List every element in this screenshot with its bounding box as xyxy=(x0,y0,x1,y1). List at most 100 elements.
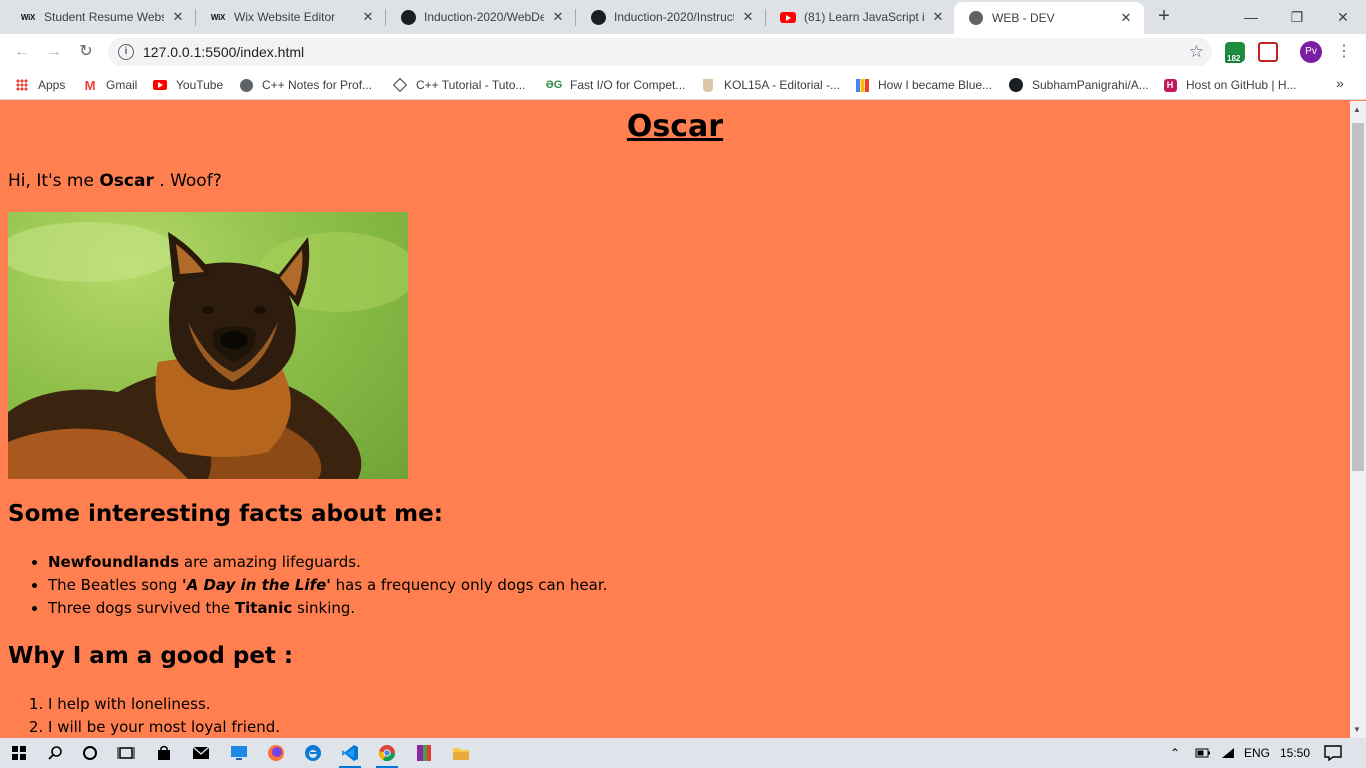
cortana-icon[interactable] xyxy=(75,741,105,765)
dog-illustration xyxy=(8,222,408,479)
fact-song-title: 'A Day in the Life' xyxy=(182,576,331,594)
search-icon[interactable] xyxy=(40,741,70,765)
globe-icon xyxy=(968,10,984,26)
tab-title: (81) Learn JavaScript in xyxy=(804,10,924,24)
reload-button[interactable]: ↻ xyxy=(74,40,98,64)
info-icon[interactable]: i xyxy=(118,44,134,60)
winrar-icon[interactable] xyxy=(409,741,439,765)
firefox-icon[interactable] xyxy=(261,741,291,765)
bookmark-youtube[interactable]: YouTube xyxy=(152,75,223,95)
browser-toolbar: ← → ↻ i 127.0.0.1:5500/index.html ☆ 182 … xyxy=(0,34,1366,70)
list-item: I will be your most loyal friend. xyxy=(48,716,280,738)
file-explorer-icon[interactable] xyxy=(446,741,476,765)
bookmarks-bar: Apps M Gmail YouTube C++ Notes for Prof.… xyxy=(0,70,1366,100)
bookmark-label: KOL15A - Editorial -... xyxy=(724,78,841,92)
start-icon[interactable] xyxy=(4,741,34,765)
profile-avatar[interactable]: Pv xyxy=(1300,41,1322,63)
bookmark-host-on-github[interactable]: H Host on GitHub | H... xyxy=(1162,75,1297,95)
close-icon[interactable]: ✕ xyxy=(550,9,566,25)
vertical-scrollbar[interactable]: ▲ ▼ xyxy=(1350,101,1366,738)
github-icon xyxy=(590,9,606,25)
facts-list: Newfoundlands are amazing lifeguards. Th… xyxy=(48,551,607,620)
close-icon[interactable]: ✕ xyxy=(360,9,376,25)
bookmark-label: SubhamPanigrahi/A... xyxy=(1032,78,1149,92)
back-button[interactable]: ← xyxy=(10,40,34,64)
github-icon xyxy=(400,9,416,25)
tab-student-resume[interactable]: WiX Student Resume Website ✕ xyxy=(6,0,196,34)
bookmark-kol15a[interactable]: KOL15A - Editorial -... xyxy=(700,75,840,95)
intro-suffix: . Woof? xyxy=(159,171,222,191)
wifi-icon[interactable] xyxy=(1221,738,1235,768)
tab-induction-instructions[interactable]: Induction-2020/Instructions ✕ xyxy=(576,0,766,34)
bookmark-cpp-tutorial[interactable]: C++ Tutorial - Tuto... xyxy=(392,75,525,95)
youtube-icon xyxy=(780,9,796,25)
close-icon[interactable]: ✕ xyxy=(1118,10,1134,26)
url-text[interactable]: 127.0.0.1:5500/index.html xyxy=(143,44,304,60)
bookmark-subham[interactable]: SubhamPanigrahi/A... xyxy=(1008,75,1149,95)
tab-web-dev[interactable]: WEB - DEV ✕ xyxy=(954,2,1144,34)
tab-wix-editor[interactable]: WiX Wix Website Editor ✕ xyxy=(196,0,386,34)
hex-icon: H xyxy=(1162,77,1178,93)
close-icon[interactable]: ✕ xyxy=(740,9,756,25)
minimize-button[interactable]: — xyxy=(1228,0,1274,34)
battery-icon[interactable] xyxy=(1195,738,1211,768)
menu-icon[interactable]: ⋮ xyxy=(1336,40,1352,64)
intro-text: Hi, It's me Oscar . Woof? xyxy=(8,171,222,191)
close-window-button[interactable]: ✕ xyxy=(1320,0,1366,34)
forward-button[interactable]: → xyxy=(42,40,66,64)
chrome-icon[interactable] xyxy=(372,741,402,768)
geeksforgeeks-icon: ƏG xyxy=(545,79,563,91)
list-item: The Beatles song 'A Day in the Life' has… xyxy=(48,574,607,597)
facts-heading: Some interesting facts about me: xyxy=(8,501,443,527)
bookmark-gmail[interactable]: M Gmail xyxy=(82,75,138,95)
reasons-heading: Why I am a good pet : xyxy=(8,643,294,669)
extension-icon[interactable] xyxy=(1258,42,1278,62)
clock[interactable]: 15:50 xyxy=(1280,738,1310,768)
bookmark-how-i-became-blue[interactable]: How I became Blue... xyxy=(854,75,992,95)
extension-badge: 182 xyxy=(1225,54,1243,63)
mail-icon[interactable] xyxy=(186,741,216,765)
bookmark-label: Host on GitHub | H... xyxy=(1186,78,1297,92)
address-bar[interactable]: i 127.0.0.1:5500/index.html ☆ xyxy=(108,38,1212,66)
list-item: Newfoundlands are amazing lifeguards. xyxy=(48,551,607,574)
youtube-icon xyxy=(152,77,168,93)
bookmark-cpp-notes[interactable]: C++ Notes for Prof... xyxy=(238,75,372,95)
language-indicator[interactable]: ENG xyxy=(1244,738,1270,768)
tab-title: Induction-2020/Instructions xyxy=(614,10,734,24)
task-view-icon[interactable] xyxy=(111,741,141,765)
dog-image xyxy=(8,212,408,479)
scroll-up-icon[interactable]: ▲ xyxy=(1353,105,1361,114)
bookmark-label: Gmail xyxy=(106,78,138,92)
new-tab-button[interactable]: + xyxy=(1152,5,1176,29)
fact-bold: Newfoundlands xyxy=(48,553,180,571)
intro-name: Oscar xyxy=(99,171,154,191)
tab-title: Induction-2020/WebDev xyxy=(424,10,544,24)
desktop-icon[interactable] xyxy=(224,741,254,765)
tab-learn-javascript[interactable]: (81) Learn JavaScript in ✕ xyxy=(766,0,956,34)
page-viewport: Oscar Hi, It's me Oscar . Woof? Some int… xyxy=(0,101,1350,738)
close-icon[interactable]: ✕ xyxy=(930,9,946,25)
bookmark-label: Fast I/O for Compet... xyxy=(570,78,686,92)
tab-induction-webdev[interactable]: Induction-2020/WebDev ✕ xyxy=(386,0,576,34)
show-hidden-icons[interactable]: ⌃ xyxy=(1170,738,1180,768)
bookmark-fast-io[interactable]: ƏG Fast I/O for Compet... xyxy=(545,75,686,95)
bar-chart-icon xyxy=(854,77,870,93)
vscode-icon[interactable] xyxy=(335,741,365,768)
scrollbar-thumb[interactable] xyxy=(1352,123,1364,471)
restore-button[interactable]: ❐ xyxy=(1274,0,1320,34)
bookmark-label: C++ Notes for Prof... xyxy=(262,78,373,92)
bookmark-apps[interactable]: Apps xyxy=(14,75,65,95)
wix-icon: WiX xyxy=(20,12,36,22)
edge-icon[interactable] xyxy=(298,741,328,765)
bookmark-star-icon[interactable]: ☆ xyxy=(1189,42,1204,62)
bookmarks-overflow-icon[interactable]: » xyxy=(1336,75,1344,91)
tab-title: WEB - DEV xyxy=(992,11,1055,25)
intro-prefix: Hi, It's me xyxy=(8,171,94,191)
scroll-down-icon[interactable]: ▼ xyxy=(1353,725,1361,734)
bookmark-label: YouTube xyxy=(176,78,224,92)
store-icon[interactable] xyxy=(149,741,179,765)
fact-text: sinking. xyxy=(297,599,356,617)
notifications-icon[interactable] xyxy=(1324,738,1342,768)
close-icon[interactable]: ✕ xyxy=(170,9,186,25)
cup-icon xyxy=(700,77,716,93)
